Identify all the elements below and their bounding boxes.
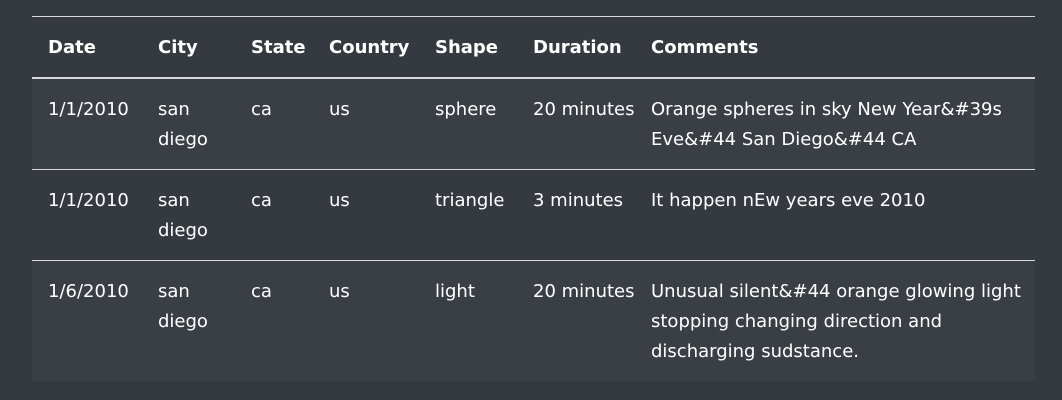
cell-date: 1/1/2010 <box>32 78 142 170</box>
cell-state: ca <box>235 169 313 261</box>
header-date: Date <box>32 16 142 79</box>
cell-duration: 20 minutes <box>517 78 635 170</box>
cell-date: 1/1/2010 <box>32 169 142 261</box>
cell-country: us <box>313 169 419 261</box>
table-row: 1/1/2010 san diego ca us sphere 20 minut… <box>32 78 1035 170</box>
cell-comments: Orange spheres in sky New Year&#39s Eve&… <box>635 78 1035 170</box>
cell-date: 1/6/2010 <box>32 260 142 381</box>
cell-shape: triangle <box>419 169 517 261</box>
header-shape: Shape <box>419 16 517 79</box>
ufo-sightings-table: Date City State Country Shape Duration C… <box>32 16 1035 381</box>
header-comments: Comments <box>635 16 1035 79</box>
cell-duration: 3 minutes <box>517 169 635 261</box>
header-row: Date City State Country Shape Duration C… <box>32 16 1035 79</box>
cell-comments: It happen nEw years eve 2010 <box>635 169 1035 261</box>
cell-state: ca <box>235 78 313 170</box>
cell-city: san diego <box>142 260 235 381</box>
cell-comments: Unusual silent&#44 orange glowing light … <box>635 260 1035 381</box>
cell-shape: light <box>419 260 517 381</box>
table-row: 1/6/2010 san diego ca us light 20 minute… <box>32 260 1035 381</box>
header-country: Country <box>313 16 419 79</box>
ufo-sightings-table-container: Date City State Country Shape Duration C… <box>32 16 1035 381</box>
cell-country: us <box>313 260 419 381</box>
cell-shape: sphere <box>419 78 517 170</box>
cell-state: ca <box>235 260 313 381</box>
cell-city: san diego <box>142 169 235 261</box>
header-city: City <box>142 16 235 79</box>
header-duration: Duration <box>517 16 635 79</box>
cell-duration: 20 minutes <box>517 260 635 381</box>
cell-country: us <box>313 78 419 170</box>
table-row: 1/1/2010 san diego ca us triangle 3 minu… <box>32 169 1035 261</box>
cell-city: san diego <box>142 78 235 170</box>
table-body: 1/1/2010 san diego ca us sphere 20 minut… <box>32 78 1035 381</box>
table-header: Date City State Country Shape Duration C… <box>32 16 1035 79</box>
header-state: State <box>235 16 313 79</box>
